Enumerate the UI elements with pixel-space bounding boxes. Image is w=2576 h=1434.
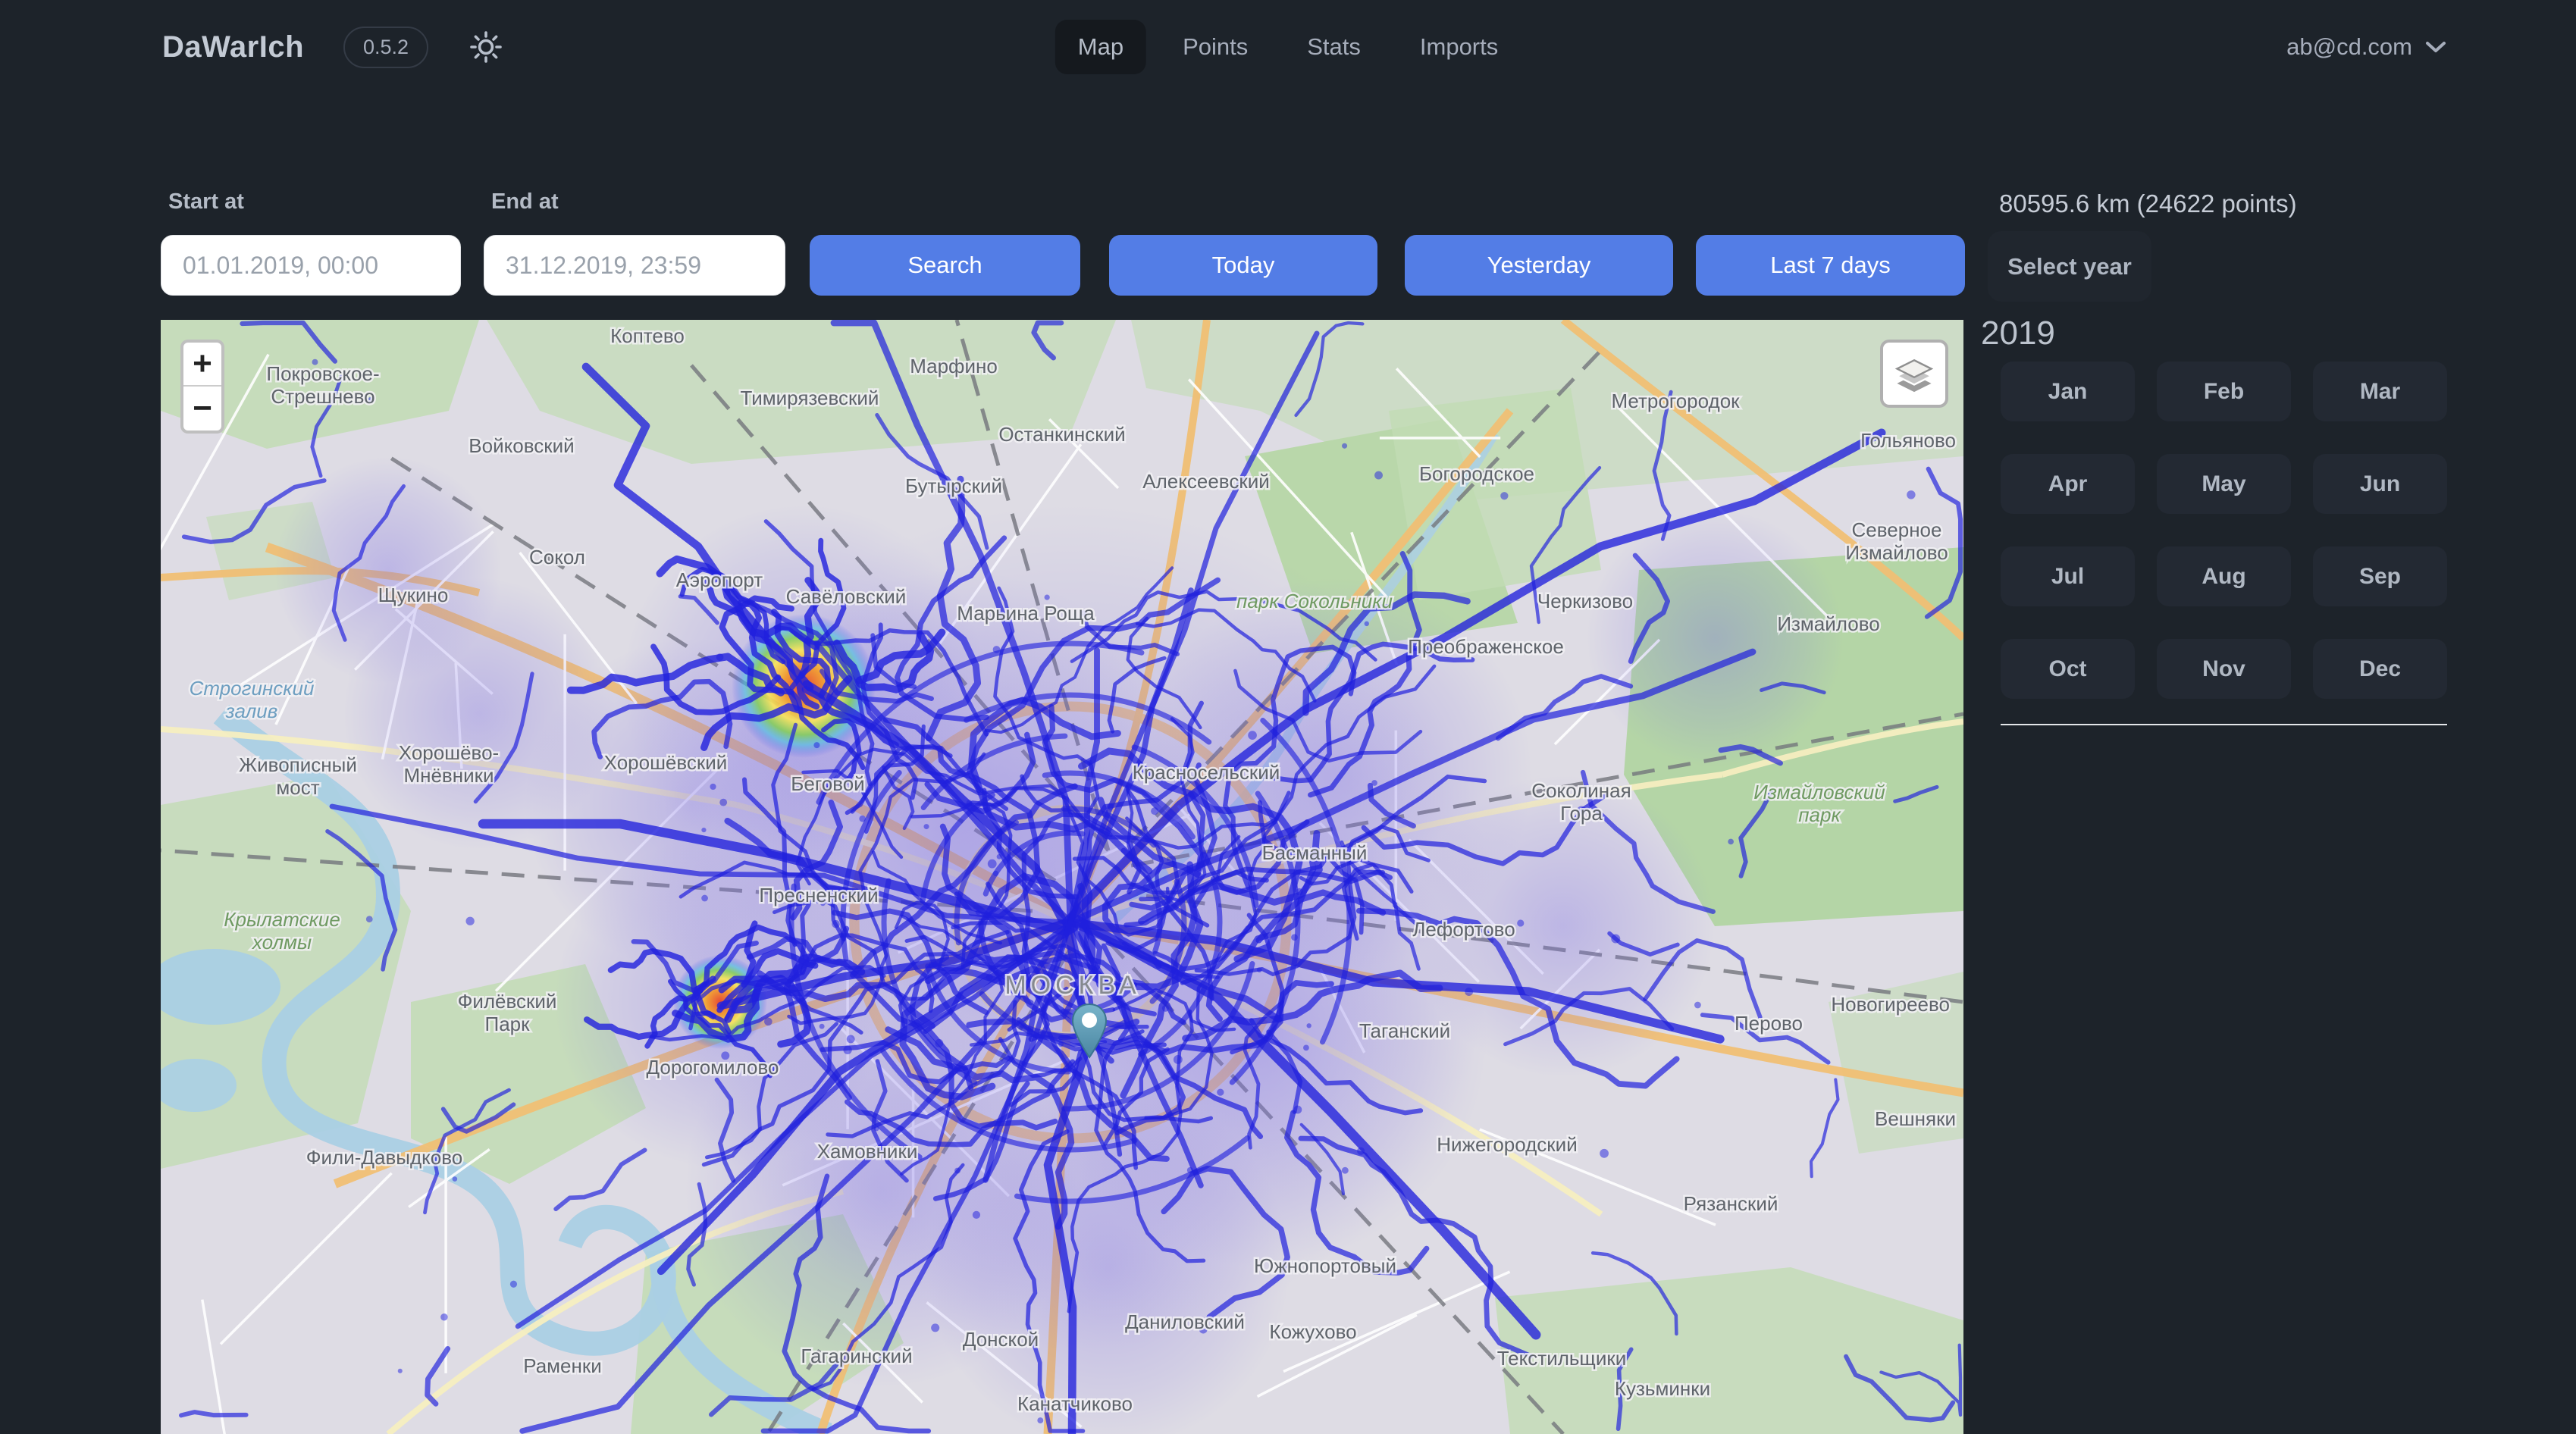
month-button-apr[interactable]: Apr	[2001, 454, 2135, 514]
svg-text:Коптево: Коптево	[610, 324, 685, 347]
layers-icon	[1892, 352, 1936, 396]
sun-icon	[468, 29, 504, 65]
select-year-button[interactable]: Select year	[1988, 231, 2151, 302]
nav-tabs: Map PointsStatsImports	[1055, 0, 1521, 94]
svg-text:МОСКВА: МОСКВА	[1004, 971, 1140, 1000]
svg-text:Войковский: Войковский	[469, 434, 574, 457]
svg-text:Пресненский: Пресненский	[759, 884, 878, 906]
svg-text:Щукино: Щукино	[378, 584, 449, 606]
svg-text:Сокол: Сокол	[529, 546, 585, 568]
stats-text: 80595.6 km (24622 points)	[1999, 189, 2297, 218]
map-canvas: Коптево Покровское-Стрешнево Марфино Тимиря…	[161, 320, 1963, 1434]
svg-text:Измайлово: Измайлово	[1777, 612, 1879, 635]
version-badge: 0.5.2	[343, 27, 428, 68]
month-button-feb[interactable]: Feb	[2157, 362, 2291, 421]
today-button[interactable]: Today	[1109, 235, 1377, 296]
svg-text:Новогиреево: Новогиреево	[1831, 993, 1950, 1016]
svg-text:Таганский: Таганский	[1359, 1019, 1450, 1042]
yesterday-button[interactable]: Yesterday	[1405, 235, 1673, 296]
search-button[interactable]: Search	[810, 235, 1080, 296]
svg-text:Южнопортовый: Южнопортовый	[1254, 1254, 1396, 1277]
svg-text:Канатчиково: Канатчиково	[1017, 1392, 1133, 1415]
svg-text:Останкинский: Останкинский	[998, 423, 1125, 446]
sidebar-divider	[2001, 724, 2447, 725]
svg-text:Нижегородский: Нижегородский	[1437, 1133, 1577, 1156]
svg-text:Раменки: Раменки	[523, 1354, 602, 1377]
svg-text:Рязанский: Рязанский	[1684, 1192, 1778, 1215]
svg-text:Перово: Перово	[1735, 1012, 1803, 1035]
zoom-in-button[interactable]: +	[183, 343, 221, 387]
svg-text:Савёловский: Савёловский	[786, 585, 907, 608]
svg-text:Богородское: Богородское	[1419, 462, 1534, 485]
svg-text:парк Сокольники: парк Сокольники	[1236, 590, 1393, 612]
zoom-control: + −	[180, 340, 224, 434]
svg-text:Черкизово: Черкизово	[1537, 590, 1633, 612]
svg-text:Хорошёвский: Хорошёвский	[604, 751, 728, 774]
zoom-out-button[interactable]: −	[183, 387, 221, 431]
month-button-nov[interactable]: Nov	[2157, 639, 2291, 699]
tab-map[interactable]: Map	[1055, 20, 1146, 74]
svg-text:Фили-Давыдково: Фили-Давыдково	[306, 1146, 463, 1169]
svg-text:Вешняки: Вешняки	[1875, 1107, 1956, 1130]
svg-text:Гагаринский: Гагаринский	[801, 1345, 912, 1367]
svg-text:Аэропорт: Аэропорт	[676, 568, 763, 591]
year-heading: 2019	[1981, 315, 2055, 352]
svg-text:Дорогомилово: Дорогомилово	[647, 1056, 779, 1079]
start-at-label: Start at	[168, 189, 244, 214]
svg-text:Донской: Донской	[963, 1328, 1039, 1351]
svg-text:Кузьминки: Кузьминки	[1615, 1377, 1710, 1400]
month-button-jan[interactable]: Jan	[2001, 362, 2135, 421]
tab-stats[interactable]: Stats	[1284, 20, 1384, 74]
user-menu[interactable]: ab@cd.com	[2286, 0, 2447, 94]
last-7-days-button[interactable]: Last 7 days	[1696, 235, 1965, 296]
svg-text:Бутырский: Бутырский	[905, 474, 1002, 497]
month-grid: Jan Feb Mar Apr May Jun Jul Aug Sep Oct Nov Dec	[2001, 362, 2452, 699]
end-at-input[interactable]	[484, 235, 785, 296]
svg-text:СеверноеИзмайлово: СеверноеИзмайлово	[1845, 518, 1948, 564]
svg-text:Беговой: Беговой	[791, 772, 864, 795]
svg-text:Лефортово: Лефортово	[1412, 918, 1515, 941]
month-button-oct[interactable]: Oct	[2001, 639, 2135, 699]
month-button-may[interactable]: May	[2157, 454, 2291, 514]
theme-toggle-button[interactable]	[468, 29, 504, 65]
start-at-input[interactable]	[161, 235, 461, 296]
svg-text:Преображенское: Преображенское	[1408, 635, 1564, 658]
svg-text:Метрогородок: Метрогородок	[1611, 390, 1740, 412]
month-button-jun[interactable]: Jun	[2313, 454, 2447, 514]
map-pin-marker[interactable]	[1071, 1003, 1108, 1064]
chevron-down-icon	[2424, 39, 2447, 55]
month-button-jul[interactable]: Jul	[2001, 546, 2135, 606]
tab-points[interactable]: Points	[1160, 20, 1271, 74]
map[interactable]: Коптево Покровское-Стрешнево Марфино Тимиря…	[161, 320, 1963, 1434]
svg-text:Красносельский: Красносельский	[1133, 761, 1280, 784]
month-button-aug[interactable]: Aug	[2157, 546, 2291, 606]
month-button-sep[interactable]: Sep	[2313, 546, 2447, 606]
svg-text:Тимирязевский: Тимирязевский	[741, 387, 879, 409]
svg-text:Марфино: Марфино	[910, 355, 998, 377]
svg-text:Даниловский: Даниловский	[1125, 1310, 1245, 1333]
month-button-dec[interactable]: Dec	[2313, 639, 2447, 699]
svg-text:Хорошёво-Мнёвники: Хорошёво-Мнёвники	[399, 741, 499, 787]
user-email: ab@cd.com	[2286, 33, 2412, 61]
svg-text:Марьина Роща: Марьина Роща	[957, 602, 1095, 625]
svg-text:Гольяново: Гольяново	[1860, 429, 1956, 452]
svg-text:Хамовники: Хамовники	[817, 1140, 918, 1163]
navbar: DaWarIch 0.5.2 Map PointsStatsImports ab@…	[0, 0, 2576, 94]
app-logo[interactable]: DaWarIch	[162, 30, 304, 64]
svg-text:Кожухово: Кожухово	[1269, 1320, 1356, 1343]
svg-text:Текстильщики: Текстильщики	[1497, 1347, 1627, 1370]
month-button-mar[interactable]: Mar	[2313, 362, 2447, 421]
svg-text:Алексеевский: Алексеевский	[1142, 470, 1270, 493]
svg-text:Басманный: Басманный	[1262, 841, 1368, 864]
svg-text:Покровское-Стрешнево: Покровское-Стрешнево	[266, 362, 379, 408]
layers-control[interactable]	[1880, 340, 1948, 408]
end-at-label: End at	[491, 189, 559, 214]
tab-imports[interactable]: Imports	[1397, 20, 1521, 74]
